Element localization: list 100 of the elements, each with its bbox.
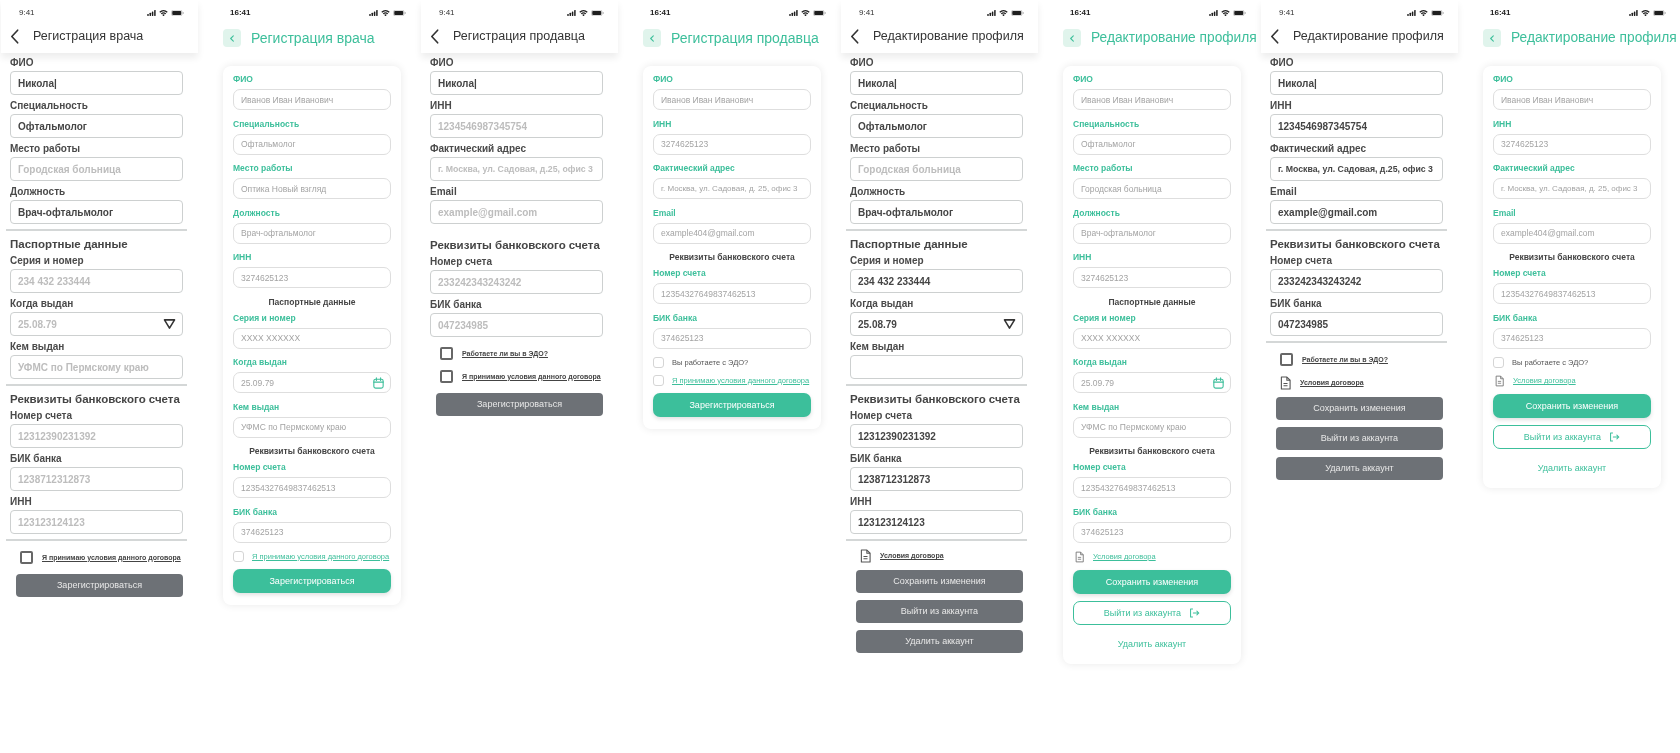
text-field[interactable]: 234 432 233444	[850, 269, 1023, 293]
text-field[interactable]: Врач-офтальмолог	[1073, 222, 1231, 244]
calendar-icon[interactable]	[1213, 376, 1224, 389]
field-label: ФИО	[233, 74, 253, 85]
back-button[interactable]	[1063, 29, 1081, 47]
text-field[interactable]: 12354327649837462513	[233, 477, 391, 498]
text-field[interactable]: 12354327649837462513	[653, 283, 811, 304]
checkbox[interactable]	[440, 370, 453, 383]
text-field[interactable]: 1234546987345754	[1270, 114, 1443, 138]
back-button[interactable]	[643, 29, 661, 47]
section-heading: Паспортные данные	[268, 296, 356, 308]
field-label: Серия и номер	[233, 312, 296, 324]
text-field[interactable]: example@gmail.com	[430, 200, 603, 224]
text-field[interactable]: 3274625123	[1073, 267, 1231, 288]
text-field[interactable]	[850, 355, 1023, 379]
text-field[interactable]: Оптика Новый взгляд	[233, 178, 391, 199]
triangle-down-icon[interactable]	[1003, 318, 1016, 330]
text-field[interactable]: Иванов Иван Иванович	[1493, 89, 1651, 110]
action-button[interactable]: Сохранить изменения	[856, 570, 1023, 593]
action-button[interactable]: Сохранить изменения	[1276, 397, 1443, 420]
text-field[interactable]: 12312390231392	[850, 424, 1023, 448]
chevron-left-icon[interactable]	[850, 28, 859, 44]
text-field[interactable]: 1238712312873	[850, 467, 1023, 491]
document-icon	[1495, 375, 1504, 387]
date-field[interactable]: 25.09.79	[233, 372, 391, 393]
text-field[interactable]: Иванов Иван Иванович	[653, 89, 811, 110]
wifi-icon	[999, 9, 1008, 17]
text-field[interactable]: г. Москва, ул. Садовая, д.25, офис 3	[430, 157, 603, 181]
text-field[interactable]: г. Москва, ул. Садовая, д. 25, офис 3	[1493, 178, 1651, 199]
text-field[interactable]: г. Москва, ул. Садовая, д. 25, офис 3	[653, 178, 811, 199]
date-field[interactable]: 25.09.79	[1073, 372, 1231, 393]
text-field[interactable]: example404@gmail.com	[653, 222, 811, 244]
text-field[interactable]: 123123124123	[10, 510, 183, 534]
text-field[interactable]: Иванов Иван Иванович	[233, 89, 391, 110]
triangle-down-icon[interactable]	[163, 318, 176, 330]
text-field[interactable]: 3274625123	[1493, 133, 1651, 155]
text-field[interactable]: Городская больница	[10, 157, 183, 181]
text-field[interactable]: Никола|	[850, 71, 1023, 95]
text-field[interactable]: Городская больница	[850, 157, 1023, 181]
chevron-left-icon[interactable]	[1270, 28, 1279, 44]
text-field[interactable]: 12312390231392	[10, 424, 183, 448]
text-field[interactable]: Городская больница	[1073, 178, 1231, 199]
text-field[interactable]: Врач-офтальмолог	[850, 200, 1023, 224]
text-field[interactable]: 047234985	[430, 313, 603, 337]
text-field[interactable]: 1238712312873	[10, 467, 183, 491]
checkbox[interactable]	[20, 551, 33, 564]
text-field[interactable]: 234 432 233444	[10, 269, 183, 293]
text-field[interactable]: Никола|	[1270, 71, 1443, 95]
text-field[interactable]: 047234985	[1270, 312, 1443, 336]
text-field[interactable]: 3274625123	[233, 267, 391, 288]
action-button[interactable]: Выйти из аккаунта	[1276, 427, 1443, 450]
text-field[interactable]: УФМС по Пермскому краю	[233, 416, 391, 438]
text-field[interactable]: Врач-офтальмолог	[233, 222, 391, 244]
wifi-icon	[1641, 9, 1650, 17]
wifi-icon	[579, 9, 588, 17]
text-field[interactable]: 12354327649837462513	[1493, 283, 1651, 304]
text-field[interactable]: Офтальмолог	[1073, 133, 1231, 155]
text-field[interactable]: 12354327649837462513	[1073, 477, 1231, 498]
action-button[interactable]: Удалить аккаунт	[1276, 457, 1443, 480]
text-field[interactable]: 374625123	[1493, 327, 1651, 349]
text-field[interactable]: 1234546987345754	[430, 114, 603, 138]
field-label: Кем выдан	[233, 401, 280, 413]
text-field[interactable]: Офтальмолог	[233, 133, 391, 155]
field-label: Место работы	[10, 143, 81, 154]
text-field[interactable]: 374625123	[1073, 521, 1231, 543]
text-field[interactable]: 233242343243242	[1270, 269, 1443, 293]
chevron-left-icon	[1070, 34, 1074, 42]
text-field[interactable]: 233242343243242	[430, 270, 603, 294]
back-button[interactable]	[223, 29, 241, 47]
text-field[interactable]: г. Москва, ул. Садовая, д.25, офис 3	[1270, 157, 1443, 181]
calendar-icon[interactable]	[373, 376, 384, 389]
text-field[interactable]: Офтальмолог	[850, 114, 1023, 138]
text-field[interactable]: XXXX XXXXXX	[1073, 327, 1231, 349]
action-button[interactable]: Зарегистрироваться	[16, 574, 183, 597]
checkbox[interactable]	[440, 347, 453, 360]
text-field[interactable]: Никола|	[10, 71, 183, 95]
date-field[interactable]: 25.08.79	[850, 312, 1023, 336]
text-field[interactable]: example@gmail.com	[1270, 200, 1443, 224]
date-field[interactable]: 25.08.79	[10, 312, 183, 336]
text-field[interactable]: Офтальмолог	[10, 114, 183, 138]
text-field[interactable]: 3274625123	[653, 133, 811, 155]
text-field[interactable]: 374625123	[653, 327, 811, 349]
text-field[interactable]: УФМС по Пермскому краю	[1073, 416, 1231, 438]
text-field[interactable]: XXXX XXXXXX	[233, 327, 391, 349]
action-button[interactable]: Удалить аккаунт	[856, 630, 1023, 653]
text-field[interactable]: Врач-офтальмолог	[10, 200, 183, 224]
text-field[interactable]: Никола|	[430, 71, 603, 95]
action-button[interactable]: Зарегистрироваться	[436, 393, 603, 416]
text-field[interactable]: 374625123	[233, 521, 391, 543]
text-field[interactable]: 123123124123	[850, 510, 1023, 534]
back-button[interactable]	[1483, 29, 1501, 47]
chevron-left-icon[interactable]	[430, 28, 439, 44]
chevron-left-icon[interactable]	[10, 28, 19, 44]
battery-icon	[171, 10, 184, 16]
text-field[interactable]: УФМС по Пермскому краю	[10, 355, 183, 379]
checkbox[interactable]	[1280, 353, 1293, 366]
text-field[interactable]: example404@gmail.com	[1493, 222, 1651, 244]
action-button[interactable]: Выйти из аккаунта	[856, 600, 1023, 623]
field-label: Фактический адрес	[430, 143, 527, 154]
text-field[interactable]: Иванов Иван Иванович	[1073, 89, 1231, 110]
